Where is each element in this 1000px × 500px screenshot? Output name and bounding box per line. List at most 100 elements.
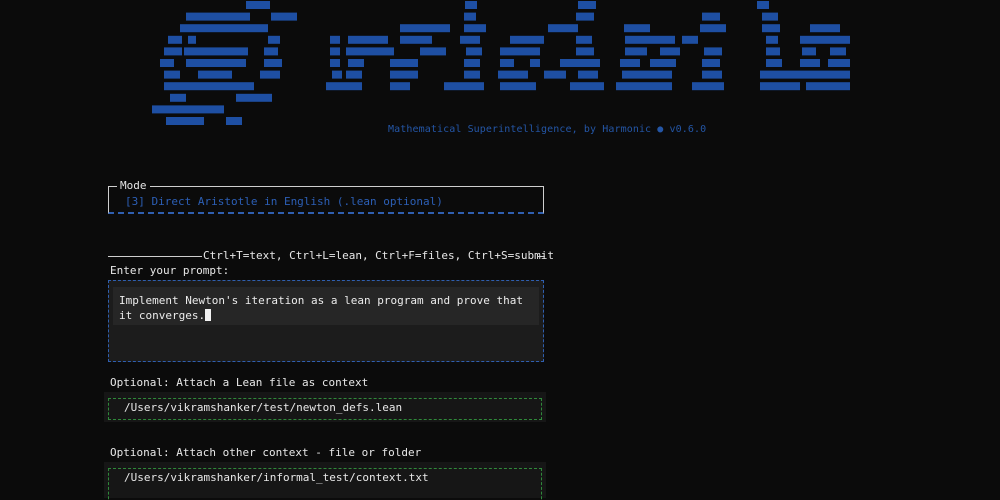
logo-block [544, 70, 566, 79]
terminal-screen: Mathematical Superintelligence, by Harmo… [0, 0, 1000, 500]
logo-block [760, 82, 800, 91]
logo-block [660, 47, 680, 56]
logo-block [198, 70, 232, 79]
logo-block [757, 1, 769, 9]
divider [537, 256, 545, 257]
logo-block [186, 12, 250, 21]
logo-block [264, 59, 282, 67]
logo-block [160, 59, 174, 67]
mode-value[interactable]: [3] Direct Aristotle in English (.lean o… [125, 195, 443, 208]
logo-block [570, 82, 604, 91]
logo-block [236, 93, 272, 102]
mode-selector[interactable]: Mode [3] Direct Aristotle in English (.l… [108, 180, 544, 214]
logo-block [760, 70, 800, 79]
context-file-input[interactable]: /Users/vikramshanker/informal_test/conte… [104, 462, 546, 500]
logo-block [460, 35, 480, 44]
prompt-text[interactable]: Implement Newton's iteration as a lean p… [119, 293, 529, 323]
logo-block [650, 59, 676, 67]
logo-block [576, 47, 594, 56]
logo-block [390, 82, 410, 91]
logo-block [464, 24, 486, 33]
logo-block [766, 35, 778, 44]
logo-block [180, 24, 268, 33]
logo-block [806, 82, 850, 91]
logo-block [682, 35, 698, 44]
logo-block [260, 70, 280, 79]
logo-block [465, 1, 477, 9]
context-file-label: Optional: Attach other context - file or… [110, 446, 422, 459]
logo-block [444, 82, 484, 91]
logo-block [246, 1, 270, 9]
logo-block [271, 12, 297, 21]
logo-block [332, 70, 342, 79]
logo-block [500, 47, 540, 56]
logo-block [184, 47, 248, 56]
lean-file-input[interactable]: /Users/vikramshanker/test/newton_defs.le… [104, 392, 546, 422]
lean-file-path[interactable]: /Users/vikramshanker/test/newton_defs.le… [124, 401, 402, 414]
logo-block [346, 47, 394, 56]
logo-block [164, 70, 180, 79]
logo-block [400, 24, 450, 33]
logo-block [800, 35, 850, 44]
logo-block [500, 59, 514, 67]
logo-block [330, 59, 340, 67]
logo-block [700, 24, 726, 33]
logo-block [166, 117, 204, 125]
logo-block [800, 59, 820, 67]
prompt-label: Enter your prompt: [110, 264, 230, 277]
aristotle-logo [152, 1, 850, 125]
logo-block [616, 82, 672, 91]
logo-block [326, 82, 362, 91]
logo-block [530, 59, 540, 67]
logo-block [625, 35, 675, 44]
logo-block [762, 24, 780, 33]
logo-block [578, 1, 596, 9]
logo-block [500, 82, 536, 91]
logo-block [170, 93, 186, 102]
logo-block [186, 59, 246, 67]
logo-block [348, 35, 388, 44]
logo-block [828, 59, 850, 67]
logo-block [346, 70, 362, 79]
logo-block [464, 59, 480, 67]
logo-block [510, 35, 544, 44]
prompt-value: Implement Newton's iteration as a lean p… [119, 294, 530, 322]
logo-block [762, 12, 778, 21]
logo-block [625, 47, 647, 56]
logo-block [620, 59, 640, 67]
mode-label: Mode [117, 180, 150, 192]
logo-block [692, 82, 724, 91]
logo-block [830, 47, 846, 56]
logo-block [702, 59, 720, 67]
logo-block [548, 24, 578, 33]
logo-block [400, 35, 432, 44]
logo-block [802, 47, 816, 56]
logo-block [624, 24, 650, 33]
logo-block [164, 47, 182, 56]
logo-block [576, 12, 594, 21]
logo-block [578, 70, 598, 79]
logo-block [152, 105, 224, 114]
logo-block [766, 59, 782, 67]
logo-block [390, 70, 418, 79]
logo-block [264, 47, 278, 56]
logo-block [390, 59, 418, 67]
logo-block [464, 12, 476, 21]
logo-block [576, 35, 592, 44]
logo-block [464, 70, 480, 79]
text-cursor [205, 309, 212, 321]
keyboard-shortcuts-hint: Ctrl+T=text, Ctrl+L=lean, Ctrl+F=files, … [203, 249, 554, 262]
logo-block [702, 70, 722, 79]
prompt-box-header: Ctrl+T=text, Ctrl+L=lean, Ctrl+F=files, … [108, 250, 554, 262]
logo-block [188, 35, 196, 44]
logo-block [800, 70, 850, 79]
lean-file-label: Optional: Attach a Lean file as context [110, 376, 369, 389]
context-file-path[interactable]: /Users/vikramshanker/informal_test/conte… [124, 471, 429, 484]
tagline: Mathematical Superintelligence, by Harmo… [388, 124, 707, 135]
prompt-textarea[interactable]: Implement Newton's iteration as a lean p… [108, 280, 544, 362]
logo-block [810, 24, 840, 33]
logo-block [702, 12, 720, 21]
logo-block [348, 59, 364, 67]
logo-block [622, 70, 672, 79]
logo-block [168, 35, 182, 44]
